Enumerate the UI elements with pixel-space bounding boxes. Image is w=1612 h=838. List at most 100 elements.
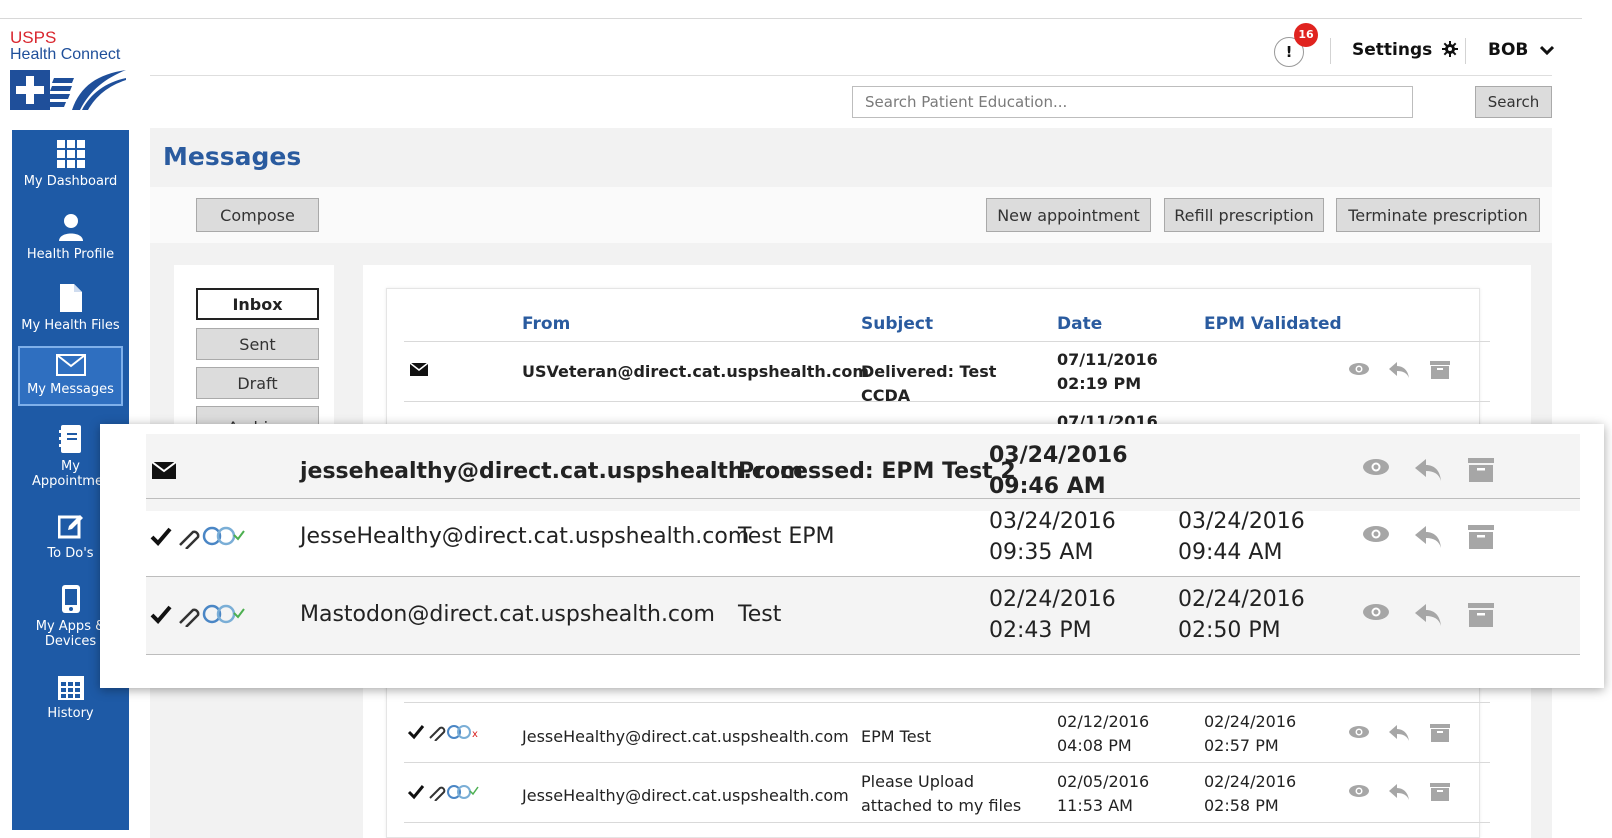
row-actions xyxy=(1348,724,1460,750)
message-epm-time: 09:44 AM xyxy=(1178,540,1283,565)
row-actions xyxy=(1362,603,1512,633)
view-eye-icon[interactable] xyxy=(1362,525,1390,547)
message-time: 11:53 AM xyxy=(1057,796,1133,815)
message-subject: Please Upload xyxy=(861,772,975,791)
user-name: BOB xyxy=(1488,40,1529,60)
message-epm-time: 02:58 PM xyxy=(1204,796,1279,815)
new-appointment-button[interactable]: New appointment xyxy=(986,198,1151,232)
message-epm-time: 02:57 PM xyxy=(1204,736,1279,755)
view-eye-icon[interactable] xyxy=(1348,361,1370,380)
status-icons: x xyxy=(407,723,492,745)
row-divider-line xyxy=(404,702,1490,703)
usps-health-connect-logo[interactable]: USPS Health Connect xyxy=(10,28,130,112)
top-divider xyxy=(0,18,1582,19)
zoom-table-row[interactable]: Mastodon@direct.cat.uspshealth.com Test … xyxy=(146,577,1580,654)
svg-text:x: x xyxy=(472,729,478,740)
app-root: USPS Health Connect ! 16 Settings BOB Se… xyxy=(0,0,1612,838)
message-time: 02:19 PM xyxy=(1057,374,1142,393)
edit-icon xyxy=(57,515,83,539)
row-divider-line xyxy=(404,762,1490,763)
archive-icon[interactable] xyxy=(1468,603,1494,631)
chevron-down-icon xyxy=(1540,45,1555,56)
grid-icon xyxy=(56,140,85,168)
envelope-closed-icon xyxy=(152,462,176,479)
zoom-table-row[interactable]: JesseHealthy@direct.cat.uspshealth.com T… xyxy=(146,499,1580,576)
paperclip-icon xyxy=(179,608,200,628)
page-title: Messages xyxy=(163,142,302,171)
refill-prescription-button[interactable]: Refill prescription xyxy=(1164,198,1324,232)
paperclip-icon xyxy=(179,530,200,550)
compose-button[interactable]: Compose xyxy=(196,198,319,232)
folder-sent[interactable]: Sent xyxy=(196,328,319,360)
header-separator xyxy=(1330,38,1331,64)
settings-menu[interactable]: Settings xyxy=(1352,40,1459,60)
reply-icon[interactable] xyxy=(1414,458,1442,486)
sidebar-item-label: My Health Files xyxy=(21,318,120,333)
status-icons xyxy=(407,783,492,805)
paperclip-icon xyxy=(429,786,446,802)
archive-icon[interactable] xyxy=(1468,458,1494,486)
column-header-from[interactable]: From xyxy=(522,314,570,334)
row-divider-line xyxy=(404,401,1490,402)
check-icon xyxy=(150,527,172,546)
row-actions xyxy=(1362,525,1512,555)
message-from: JesseHealthy@direct.cat.uspshealth.com xyxy=(300,524,750,549)
view-eye-icon[interactable] xyxy=(1348,724,1370,743)
row-actions xyxy=(1348,783,1460,809)
archive-icon[interactable] xyxy=(1430,724,1450,746)
message-date: 02/05/2016 xyxy=(1057,772,1150,791)
message-from: jessehealthy@direct.cat.uspshealth.com xyxy=(300,459,803,484)
reply-icon[interactable] xyxy=(1388,783,1410,805)
address-book-icon xyxy=(58,425,81,453)
reply-icon[interactable] xyxy=(1388,361,1410,383)
view-eye-icon[interactable] xyxy=(1362,603,1390,625)
header-separator xyxy=(1465,38,1466,64)
message-from: Mastodon@direct.cat.uspshealth.com xyxy=(300,602,715,627)
row-actions xyxy=(1362,458,1512,488)
sidebar-item-my-health-files[interactable]: My Health Files xyxy=(12,284,129,333)
terminate-prescription-button[interactable]: Terminate prescription xyxy=(1336,198,1540,232)
mobile-icon xyxy=(61,585,80,613)
row-divider-line xyxy=(146,654,1580,655)
message-epm-date: 02/24/2016 xyxy=(1204,712,1297,731)
message-subject: attached to my files xyxy=(861,796,1022,815)
check-icon xyxy=(407,785,425,800)
logo-line1: USPS xyxy=(10,28,57,47)
status-icons xyxy=(150,603,250,631)
message-from: JesseHealthy@direct.cat.uspshealth.com xyxy=(522,727,849,746)
user-menu[interactable]: BOB xyxy=(1488,40,1555,60)
column-header-epm-validated[interactable]: EPM Validated xyxy=(1204,314,1342,334)
message-epm-date: 02/24/2016 xyxy=(1204,772,1297,791)
folder-draft[interactable]: Draft xyxy=(196,367,319,399)
envelope-closed-icon xyxy=(410,363,428,376)
archive-icon[interactable] xyxy=(1430,783,1450,805)
row-divider-line xyxy=(404,822,1490,823)
zoomed-message-rows-callout: jessehealthy@direct.cat.uspshealth.com P… xyxy=(100,424,1604,688)
archive-icon[interactable] xyxy=(1468,525,1494,553)
message-subject: Processed: EPM Test 2 xyxy=(738,459,1016,484)
check-icon xyxy=(150,605,172,624)
logo-mark-icon xyxy=(10,68,126,112)
reply-icon[interactable] xyxy=(1414,603,1442,631)
reply-icon[interactable] xyxy=(1388,724,1410,746)
column-header-subject[interactable]: Subject xyxy=(861,314,933,334)
sidebar-item-health-profile[interactable]: Health Profile xyxy=(12,213,129,262)
reply-icon[interactable] xyxy=(1414,525,1442,553)
logo-line2: Health Connect xyxy=(10,46,121,63)
folder-inbox[interactable]: Inbox xyxy=(196,288,319,320)
sidebar-item-my-dashboard[interactable]: My Dashboard xyxy=(12,140,129,189)
view-eye-icon[interactable] xyxy=(1362,458,1390,480)
message-epm-date: 02/24/2016 xyxy=(1178,587,1305,612)
calendar-icon xyxy=(57,676,84,700)
search-button[interactable]: Search xyxy=(1475,86,1552,118)
file-icon xyxy=(59,284,82,312)
view-eye-icon[interactable] xyxy=(1348,783,1370,802)
archive-icon[interactable] xyxy=(1430,361,1450,383)
sidebar-item-my-messages[interactable]: My Messages xyxy=(18,346,123,406)
row-actions xyxy=(1348,361,1460,387)
message-from: JesseHealthy@direct.cat.uspshealth.com xyxy=(522,786,849,805)
column-header-date[interactable]: Date xyxy=(1057,314,1102,334)
person-icon xyxy=(58,214,83,241)
notification-count-badge: 16 xyxy=(1294,23,1318,47)
search-patient-education-input[interactable] xyxy=(852,86,1413,118)
